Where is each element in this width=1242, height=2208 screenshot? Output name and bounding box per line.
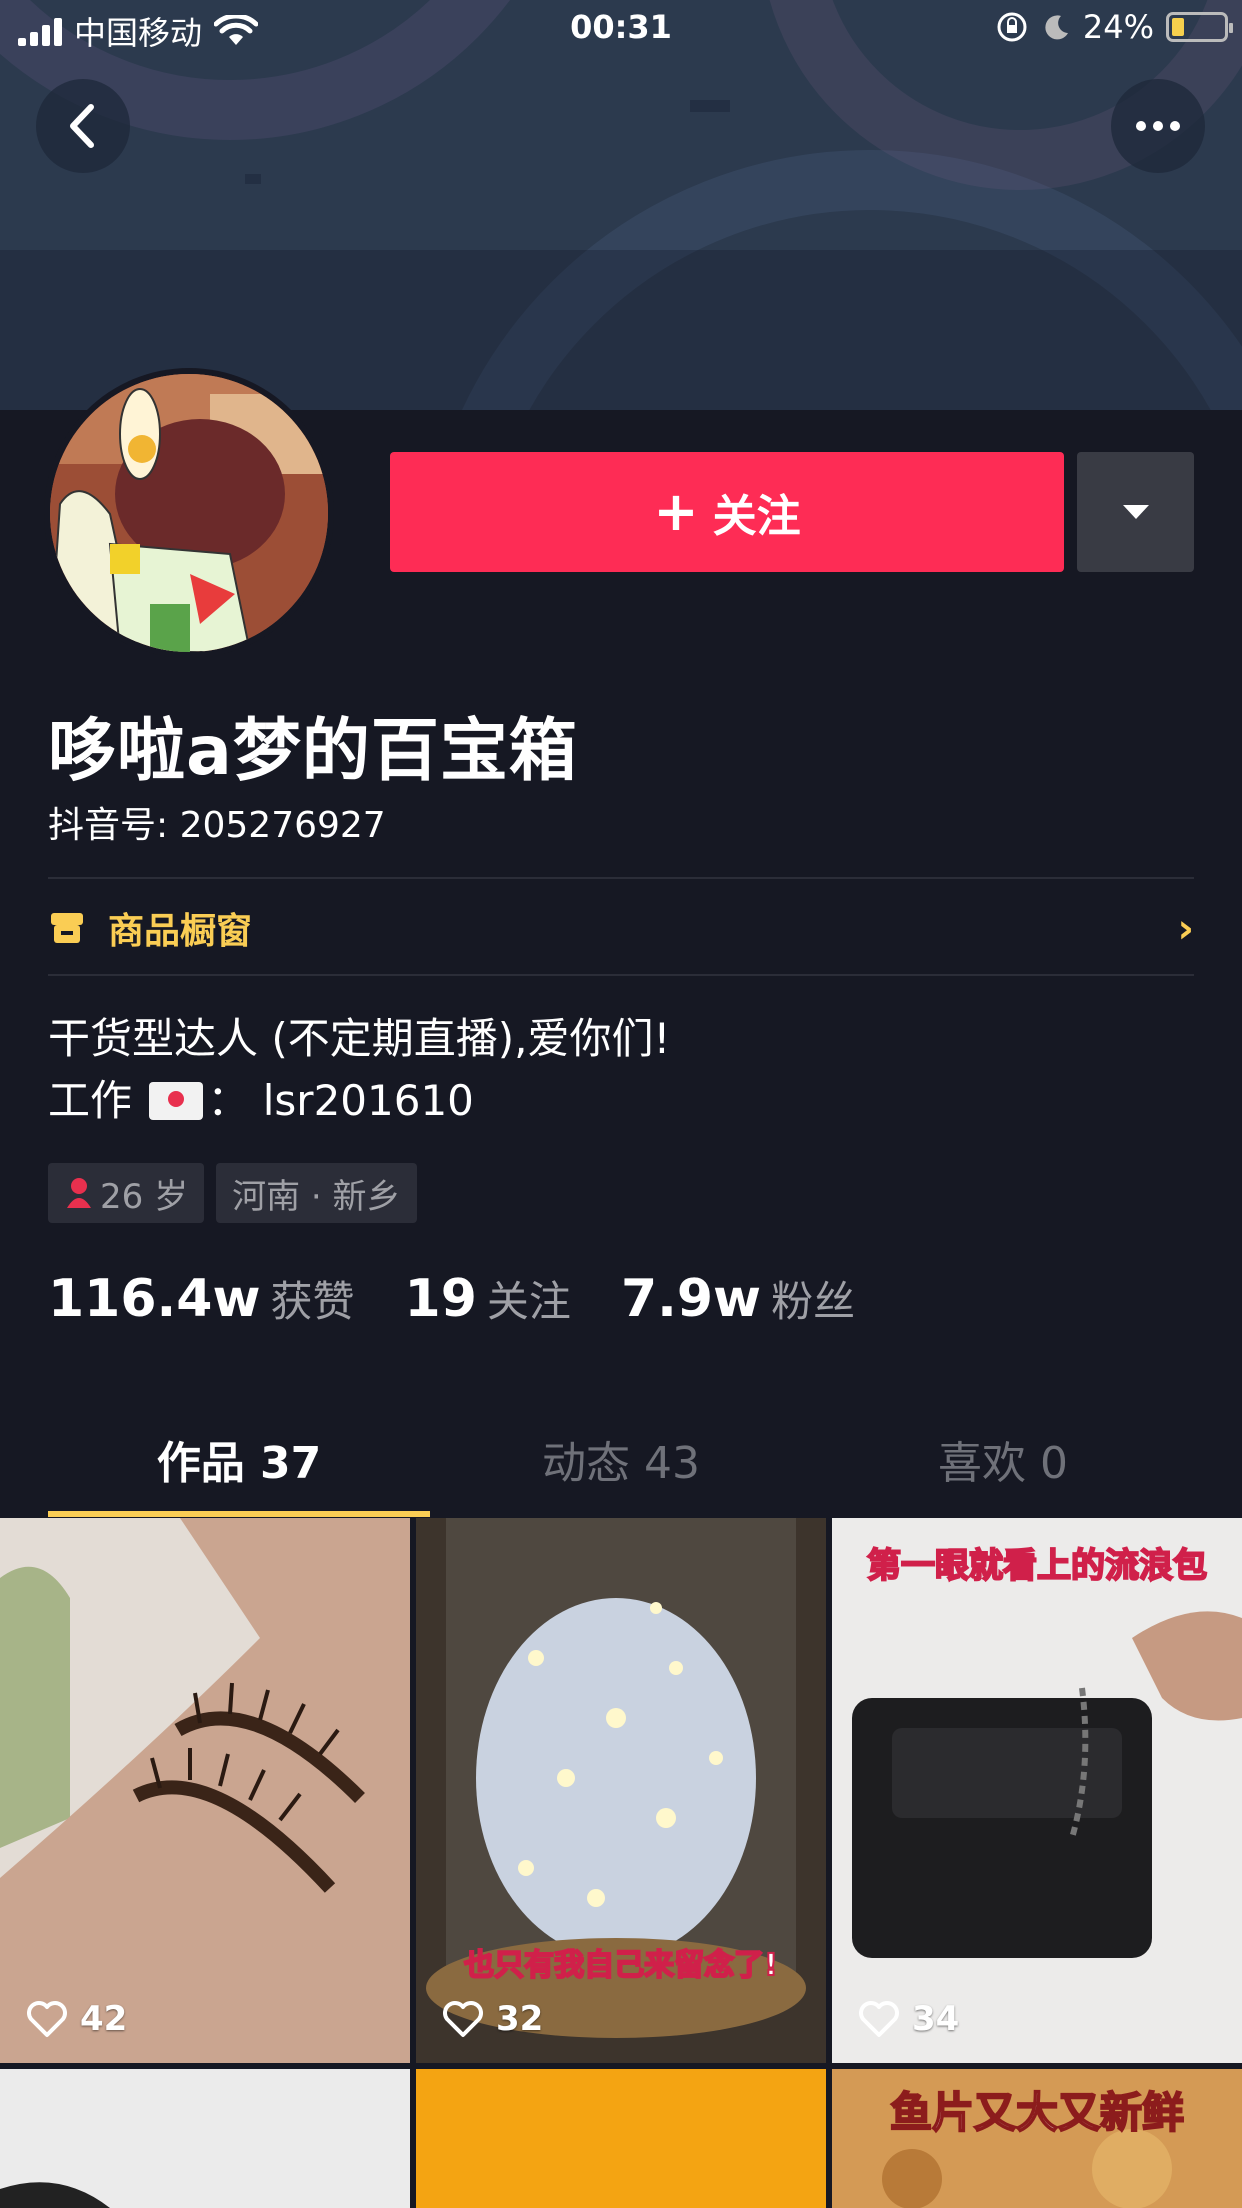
video-caption: 鱼片又大又新鲜 xyxy=(889,2087,1185,2138)
profile-banner xyxy=(0,0,1242,410)
stat-followers[interactable]: 7.9w 粉丝 xyxy=(621,1268,855,1329)
chevron-left-icon xyxy=(70,104,94,148)
tab-likes[interactable]: 喜欢 0 xyxy=(812,1400,1194,1517)
battery-icon xyxy=(1166,12,1233,42)
female-icon xyxy=(67,1178,91,1208)
douyin-id: 抖音号: 205276927 xyxy=(48,805,386,846)
like-count: 32 xyxy=(442,1999,543,2039)
avatar-illustration xyxy=(50,374,328,652)
follow-button[interactable]: + 关注 xyxy=(390,452,1064,572)
back-button[interactable] xyxy=(36,79,130,173)
profile-tabs: 作品 37 动态 43 喜欢 0 xyxy=(48,1400,1194,1517)
shop-window-row[interactable]: 商品橱窗 › xyxy=(48,900,1194,956)
bio-line-2: 工作 ： lsr201610 xyxy=(48,1076,474,1125)
follow-label: 关注 xyxy=(712,491,801,542)
video-thumbnail[interactable]: 第一眼就看上的流浪包 34 xyxy=(832,1518,1242,2063)
shop-label: 商品橱窗 xyxy=(108,911,253,952)
avatar[interactable] xyxy=(44,368,334,658)
divider xyxy=(48,877,1194,879)
like-count: 42 xyxy=(26,1999,127,2039)
recommend-dropdown-button[interactable] xyxy=(1077,452,1194,572)
heart-icon xyxy=(443,2001,483,2037)
more-button[interactable] xyxy=(1111,79,1205,173)
video-thumbnail[interactable] xyxy=(416,2069,826,2208)
video-caption: 也只有我自己来留念了! xyxy=(463,1947,779,1984)
caret-down-icon xyxy=(1122,505,1149,519)
video-thumbnail[interactable]: 鱼片又大又新鲜 xyxy=(832,2069,1242,2208)
status-bar: 中国移动 00:31 24% xyxy=(0,0,1242,58)
tab-works[interactable]: 作品 37 xyxy=(48,1400,430,1517)
video-thumbnail[interactable]: 42 xyxy=(0,1518,410,2063)
battery-percent: 24% xyxy=(1082,8,1154,46)
heart-icon xyxy=(27,2001,67,2037)
ellipsis-icon xyxy=(1136,121,1180,131)
work-contact: lsr201610 xyxy=(262,1076,474,1125)
stats-row: 116.4w 获赞 19 关注 7.9w 粉丝 xyxy=(48,1268,905,1329)
video-thumbnail[interactable]: 也只有我自己来留念了! 32 xyxy=(416,1518,826,2063)
age-tag: 26 岁 xyxy=(48,1163,205,1223)
shop-icon xyxy=(51,913,83,943)
stat-likes[interactable]: 116.4w 获赞 xyxy=(48,1268,355,1329)
bio-line-1: 干货型达人 (不定期直播),爱你们! xyxy=(48,1014,671,1063)
location-tag: 河南 · 新乡 xyxy=(216,1163,417,1223)
bio: 干货型达人 (不定期直播),爱你们! 工作 ： lsr201610 xyxy=(48,1008,670,1132)
stat-following[interactable]: 19 关注 xyxy=(405,1268,571,1329)
tab-activity[interactable]: 动态 43 xyxy=(430,1400,812,1517)
moon-icon xyxy=(1045,15,1068,40)
chevron-right-icon: › xyxy=(1177,906,1194,952)
video-caption: 第一眼就看上的流浪包 xyxy=(866,1545,1208,1587)
profile-name: 哆啦a梦的百宝箱 xyxy=(48,712,578,791)
profile-tags: 26 岁 河南 · 新乡 xyxy=(48,1163,417,1223)
rotation-lock-icon xyxy=(997,12,1027,42)
plus-icon: + xyxy=(653,480,699,543)
video-grid: 42 也只有我自己来留念了! 32 第一眼就看上的流浪包 34 鱼片又大又新鲜 xyxy=(0,1518,1242,2208)
video-thumbnail[interactable] xyxy=(0,2069,410,2208)
heart-icon xyxy=(859,2001,899,2037)
like-count: 34 xyxy=(858,1999,959,2039)
divider xyxy=(48,974,1194,976)
love-letter-icon xyxy=(149,1082,204,1120)
